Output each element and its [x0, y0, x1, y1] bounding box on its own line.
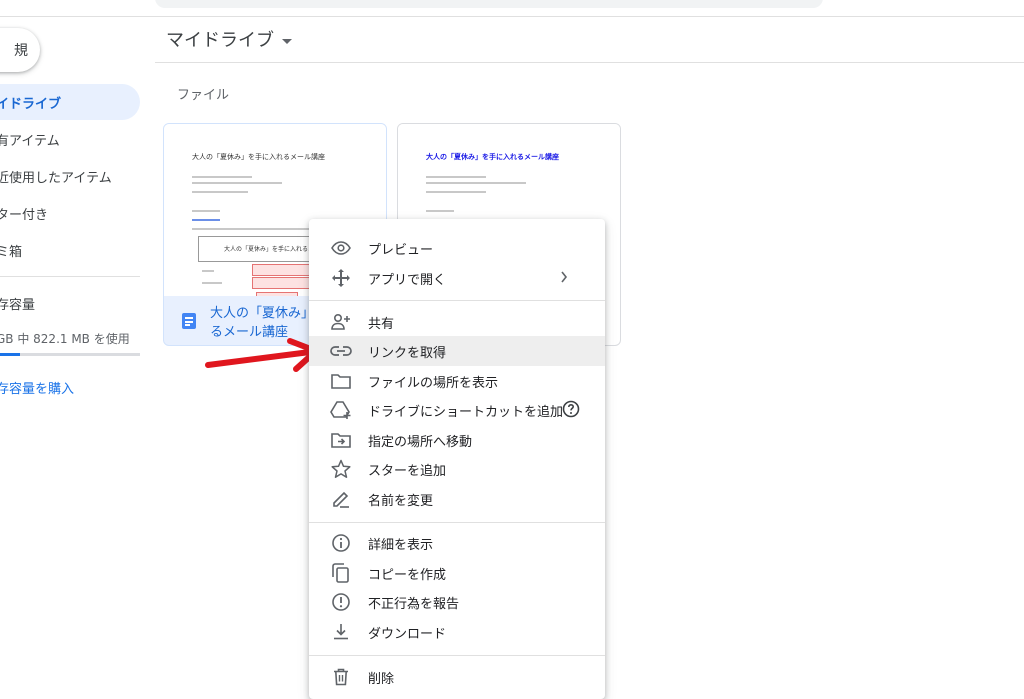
copy-icon [330, 563, 352, 583]
my-drive-dropdown[interactable]: マイドライブ [166, 26, 292, 52]
menu-divider [309, 522, 605, 523]
menu-item-make-copy[interactable]: コピーを作成 [309, 558, 605, 588]
info-icon [330, 533, 352, 553]
add-person-icon [330, 312, 352, 332]
menu-item-add-shortcut[interactable]: ドライブにショートカットを追加 [309, 395, 605, 425]
page-title: マイドライブ [166, 30, 274, 51]
context-menu: プレビュー アプリで開く 共有 リンクを取得 ファイルの場所を表示 ドライブにシ… [309, 219, 605, 699]
storage-usage-bar [0, 353, 140, 356]
sidebar-item-label: イドライブ [0, 96, 62, 112]
sidebar-item-shared[interactable]: 有アイテム [0, 121, 140, 157]
main-divider [155, 62, 1024, 63]
menu-item-show-location[interactable]: ファイルの場所を表示 [309, 366, 605, 396]
folder-icon [330, 371, 352, 391]
new-button[interactable]: 規 [0, 28, 40, 72]
sidebar-item-my-drive[interactable]: イドライブ [0, 84, 140, 120]
menu-item-move-to[interactable]: 指定の場所へ移動 [309, 425, 605, 455]
menu-item-get-link[interactable]: リンクを取得 [309, 336, 605, 366]
report-icon [330, 592, 352, 612]
new-button-label: 規 [14, 43, 28, 59]
sidebar-divider [0, 276, 140, 277]
pencil-icon [330, 489, 352, 509]
red-arrow-annotation [205, 338, 319, 372]
sidebar-item-starred[interactable]: ター付き [0, 195, 140, 231]
drive-shortcut-icon [330, 400, 352, 420]
eye-icon [330, 238, 352, 258]
menu-divider [309, 300, 605, 301]
star-icon [330, 459, 352, 479]
menu-item-download[interactable]: ダウンロード [309, 617, 605, 647]
sidebar-item-label: 存容量 [0, 297, 36, 313]
sidebar-item-label: ミ箱 [0, 244, 23, 260]
trash-icon [330, 667, 352, 687]
search-bar[interactable] [155, 0, 823, 8]
sidebar-item-trash[interactable]: ミ箱 [0, 232, 140, 268]
menu-divider [309, 655, 605, 656]
caret-down-icon [282, 38, 292, 44]
google-docs-icon [182, 312, 196, 329]
menu-item-delete[interactable]: 削除 [309, 662, 605, 692]
storage-usage-text: GB 中 822.1 MB を使用 [0, 331, 130, 346]
menu-item-add-star[interactable]: スターを追加 [309, 454, 605, 484]
menu-item-rename[interactable]: 名前を変更 [309, 484, 605, 514]
help-icon[interactable] [562, 400, 580, 422]
header-divider [0, 16, 1024, 17]
sidebar-item-label: 近使用したアイテム [0, 170, 112, 186]
thumbnail-title: 大人の「夏休み」を手に入れるメール講座 [192, 153, 325, 161]
menu-item-share[interactable]: 共有 [309, 307, 605, 337]
menu-item-view-details[interactable]: 詳細を表示 [309, 528, 605, 558]
chevron-right-icon [559, 269, 569, 289]
move-to-folder-icon [330, 430, 352, 450]
section-label-files: ファイル [177, 88, 230, 103]
sidebar-item-storage[interactable]: 存容量 [0, 285, 140, 321]
buy-storage-link[interactable]: 存容量を購入 [0, 378, 74, 397]
move-arrows-icon [330, 268, 352, 288]
menu-item-preview[interactable]: プレビュー [309, 233, 605, 263]
sidebar-item-recent[interactable]: 近使用したアイテム [0, 158, 140, 194]
download-icon [330, 622, 352, 642]
sidebar-item-label: ター付き [0, 207, 49, 223]
link-icon [330, 341, 352, 361]
menu-item-report-abuse[interactable]: 不正行為を報告 [309, 587, 605, 617]
menu-item-open-with[interactable]: アプリで開く [309, 263, 605, 293]
sidebar-item-label: 有アイテム [0, 133, 60, 149]
thumbnail-title: 大人の「夏休み」を手に入れるメール講座 [426, 153, 559, 161]
